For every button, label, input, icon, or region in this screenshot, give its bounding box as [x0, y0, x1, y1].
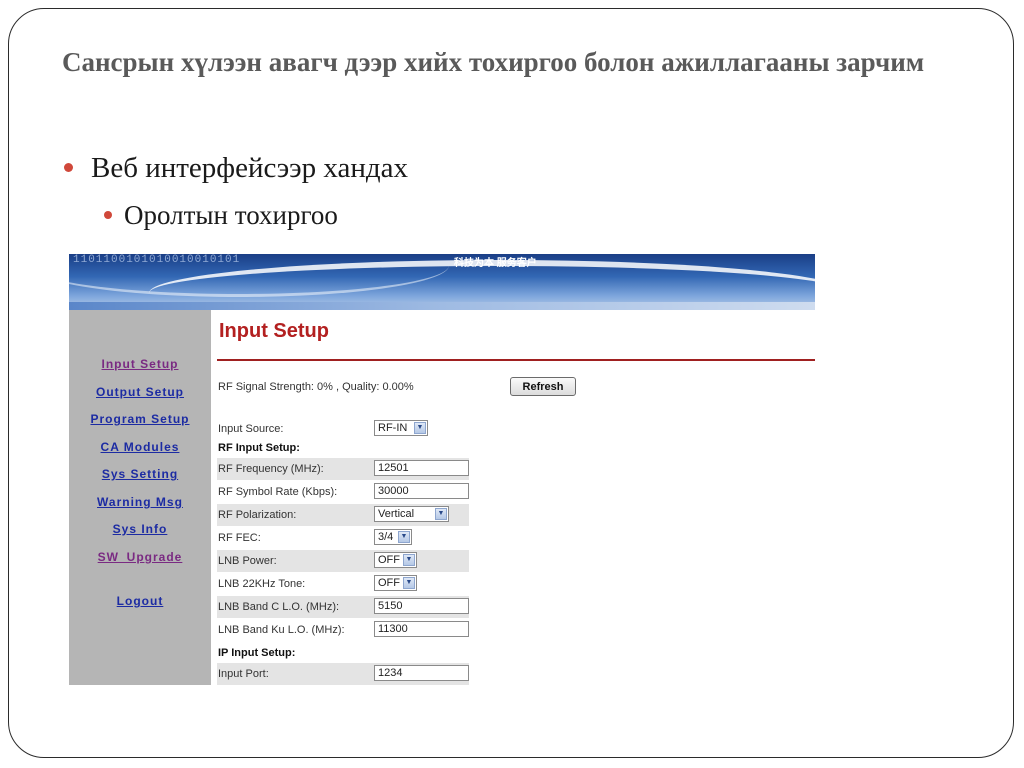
- nav-warning-msg[interactable]: Warning Msg: [69, 495, 211, 509]
- heading-divider: [217, 359, 815, 361]
- rf-fec-row: RF FEC: 3/4 ▼: [217, 527, 469, 549]
- rf-polarization-label: RF Polarization:: [218, 509, 297, 521]
- lnb-22khz-label: LNB 22KHz Tone:: [218, 578, 306, 590]
- bullet-input-settings: Оролтын тохиргоо: [104, 200, 338, 231]
- signal-status: RF Signal Strength: 0% , Quality: 0.00%: [218, 381, 414, 393]
- nav-input-setup[interactable]: Input Setup: [69, 357, 211, 371]
- page-title: Input Setup: [219, 320, 329, 342]
- select-value: OFF: [378, 577, 400, 589]
- rf-fec-select[interactable]: 3/4 ▼: [374, 529, 412, 545]
- chevron-down-icon[interactable]: ▼: [403, 554, 415, 566]
- bullet-text: Оролтын тохиргоо: [124, 200, 338, 230]
- lnb-band-c-row: LNB Band C L.O. (MHz):: [217, 596, 469, 618]
- bullet-dot-icon: [64, 162, 73, 172]
- nav-program-setup[interactable]: Program Setup: [69, 412, 211, 426]
- rf-polarization-row: RF Polarization: Vertical ▼: [217, 504, 469, 526]
- chevron-down-icon[interactable]: ▼: [414, 422, 426, 434]
- embedded-screenshot: 1101100101010010010101 科技为本 服务客户 Input S…: [69, 254, 815, 685]
- nav-output-setup[interactable]: Output Setup: [69, 385, 211, 399]
- input-source-label: Input Source:: [218, 423, 284, 435]
- bullet-web-interface: Веб интерфейсээр хандах: [64, 152, 408, 185]
- select-value: OFF: [378, 554, 400, 566]
- banner-slogan: 科技为本 服务客户: [454, 258, 537, 269]
- nav-sys-setting[interactable]: Sys Setting: [69, 467, 211, 481]
- select-value: RF-IN: [378, 422, 408, 434]
- chevron-down-icon[interactable]: ▼: [403, 577, 415, 589]
- input-port-input[interactable]: [374, 665, 469, 681]
- nav-sw-upgrade[interactable]: SW_Upgrade: [69, 550, 211, 564]
- lnb-band-ku-row: LNB Band Ku L.O. (MHz):: [217, 619, 469, 641]
- lnb-band-ku-input[interactable]: [374, 621, 469, 637]
- rf-polarization-select[interactable]: Vertical ▼: [374, 506, 449, 522]
- input-port-label: Input Port:: [218, 668, 269, 680]
- select-value: Vertical: [378, 508, 415, 520]
- header-banner: 1101100101010010010101 科技为本 服务客户: [69, 254, 815, 310]
- lnb-power-row: LNB Power: OFF ▼: [217, 550, 469, 572]
- rf-frequency-row: RF Frequency (MHz):: [217, 458, 469, 480]
- input-source-row: Input Source: RF-IN ▼: [217, 418, 469, 440]
- lnb-band-c-input[interactable]: [374, 598, 469, 614]
- chevron-down-icon[interactable]: ▼: [398, 531, 410, 543]
- rf-frequency-label: RF Frequency (MHz):: [218, 463, 324, 475]
- lnb-power-select[interactable]: OFF ▼: [374, 552, 417, 568]
- bullet-dot-icon: [104, 210, 112, 219]
- refresh-button[interactable]: Refresh: [510, 377, 576, 396]
- nav-logout[interactable]: Logout: [69, 594, 211, 608]
- rf-symbol-rate-row: RF Symbol Rate (Kbps):: [217, 481, 469, 503]
- lnb-band-c-label: LNB Band C L.O. (MHz):: [218, 601, 340, 613]
- rf-section-heading: RF Input Setup:: [218, 442, 300, 454]
- banner-binary-text: 1101100101010010010101: [73, 254, 241, 266]
- lnb-22khz-select[interactable]: OFF ▼: [374, 575, 417, 591]
- main-content: Input Setup RF Signal Strength: 0% , Qua…: [211, 310, 815, 685]
- chevron-down-icon[interactable]: ▼: [435, 508, 447, 520]
- select-value: 3/4: [378, 531, 394, 543]
- bullet-text: Веб интерфейсээр хандах: [91, 152, 408, 184]
- slide-title: Сансрын хүлээн авагч дээр хийх тохиргоо …: [62, 47, 925, 77]
- rf-symbol-rate-input[interactable]: [374, 483, 469, 499]
- rf-symbol-rate-label: RF Symbol Rate (Kbps):: [218, 486, 338, 498]
- rf-frequency-input[interactable]: [374, 460, 469, 476]
- nav-ca-modules[interactable]: CA Modules: [69, 440, 211, 454]
- lnb-band-ku-label: LNB Band Ku L.O. (MHz):: [218, 624, 345, 636]
- input-source-select[interactable]: RF-IN ▼: [374, 420, 428, 436]
- lnb-power-label: LNB Power:: [218, 555, 277, 567]
- sidebar-nav: Input Setup Output Setup Program Setup C…: [69, 310, 211, 685]
- nav-sys-info[interactable]: Sys Info: [69, 522, 211, 536]
- banner-bottom-band: [69, 302, 815, 310]
- lnb-22khz-row: LNB 22KHz Tone: OFF ▼: [217, 573, 469, 595]
- rf-fec-label: RF FEC:: [218, 532, 261, 544]
- ip-section-heading: IP Input Setup:: [218, 647, 296, 659]
- input-port-row: Input Port:: [217, 663, 469, 685]
